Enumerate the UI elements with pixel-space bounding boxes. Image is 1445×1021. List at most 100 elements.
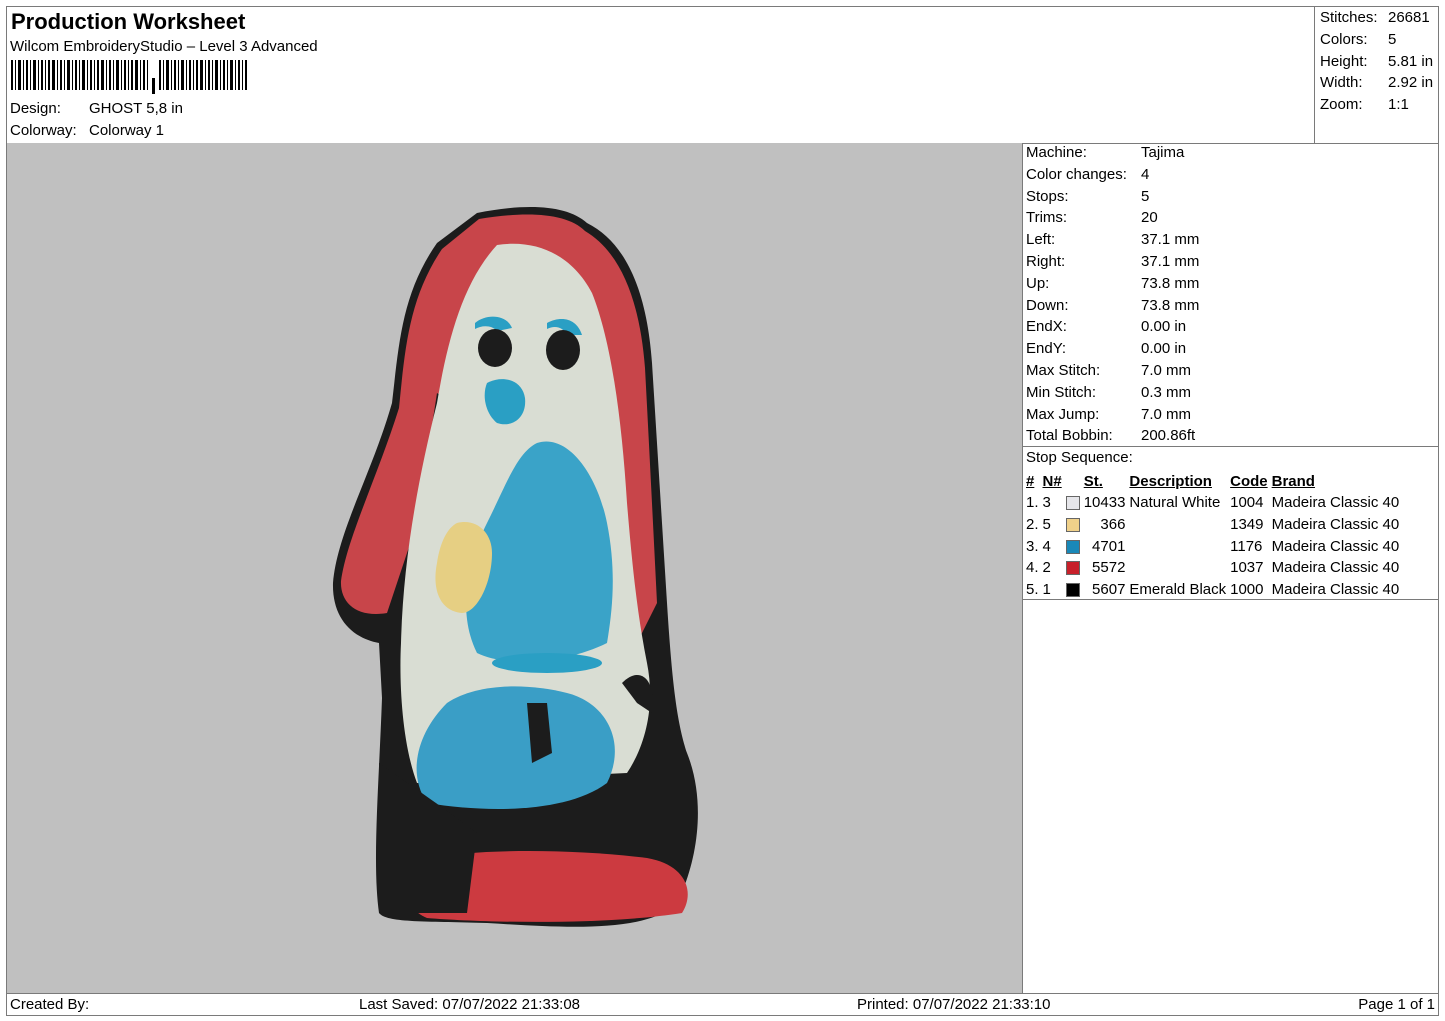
machine-info-label: EndY: [1026, 340, 1067, 358]
color-swatch [1065, 557, 1084, 579]
stop-needle: 3 [1042, 494, 1051, 512]
stop-index: 2. [1026, 516, 1039, 534]
stop-description [1129, 535, 1230, 557]
machine-info-label: Trims: [1026, 209, 1068, 227]
barcode [11, 60, 247, 94]
color-swatch [1065, 579, 1084, 601]
stop-code: 1349 [1230, 516, 1264, 534]
thread-color-swatch [1065, 518, 1080, 533]
colors-value: 5 [1388, 30, 1397, 48]
machine-info-value: 37.1 mm [1141, 231, 1200, 249]
stop-code: 1037 [1230, 559, 1264, 577]
page-number: Page 1 of 1 [1358, 996, 1435, 1013]
stop-needle: 2 [1042, 559, 1051, 577]
design-label: Design: [10, 100, 61, 117]
machine-info-label: Min Stitch: [1026, 383, 1097, 401]
stop-row: 4. 2 5572 1037 Madeira Classic 40 [1026, 557, 1403, 579]
height-value: 5.81 in [1388, 52, 1434, 70]
machine-info-row: Up: 73.8 mm [1026, 275, 1199, 297]
machine-info-row: Trims: 20 [1026, 209, 1199, 231]
col-description: Description [1129, 473, 1212, 490]
machine-info-row: Color changes: 4 [1026, 166, 1199, 188]
colors-label: Colors: [1320, 30, 1368, 48]
stop-description [1129, 557, 1230, 579]
stop-code: 1004 [1230, 494, 1264, 512]
machine-info-label: Right: [1026, 252, 1066, 270]
colors-row: Colors: 5 [1320, 31, 1433, 53]
color-swatch [1065, 492, 1084, 514]
stop-index: 4. [1026, 559, 1039, 577]
height-row: Height: 5.81 in [1320, 53, 1433, 75]
machine-info-row: Max Jump: 7.0 mm [1026, 406, 1199, 428]
machine-info-row: Right: 37.1 mm [1026, 253, 1199, 275]
last-saved: Last Saved: 07/07/2022 21:33:08 [359, 996, 581, 1013]
col-code: Code [1230, 473, 1268, 490]
machine-info-row: Left: 37.1 mm [1026, 231, 1199, 253]
col-index: # [1026, 473, 1035, 490]
stop-sequence-section: Stop Sequence: # N# St. Description Code… [1023, 446, 1438, 600]
software-name: Wilcom EmbroideryStudio – Level 3 Advanc… [10, 38, 318, 55]
machine-info-label: Color changes: [1026, 165, 1127, 183]
stop-stitches: 5572 [1092, 559, 1126, 577]
col-stitches: St. [1083, 473, 1103, 490]
stop-row: 5. 1 5607 Emerald Black 1000 Madeira Classic … [1026, 579, 1403, 601]
stop-brand: Madeira Classic 40 [1271, 494, 1400, 512]
stop-row: 2. 5 366 1349 Madeira Classic 40 [1026, 514, 1403, 536]
machine-info-label: Max Jump: [1026, 405, 1100, 423]
stop-description [1129, 514, 1230, 536]
colorway-value: Colorway 1 [89, 122, 165, 139]
machine-info-value: 20 [1141, 209, 1158, 227]
stop-index: 5. [1026, 581, 1039, 599]
stitches-label: Stitches: [1320, 9, 1378, 26]
width-row: Width: 2.92 in [1320, 74, 1433, 96]
stop-brand: Madeira Classic 40 [1271, 559, 1400, 577]
stop-code: 1176 [1230, 537, 1263, 555]
created-by: Created By: [10, 996, 90, 1013]
height-label: Height: [1320, 52, 1368, 70]
stop-index: 3. [1026, 537, 1039, 555]
machine-info-value: Tajima [1141, 144, 1185, 161]
worksheet-header: Production Worksheet Wilcom EmbroiderySt… [7, 7, 1314, 144]
stop-needle: 4 [1042, 537, 1051, 555]
stop-brand: Madeira Classic 40 [1271, 537, 1400, 555]
stop-brand: Madeira Classic 40 [1271, 581, 1400, 599]
stop-description: Natural White [1129, 494, 1221, 512]
worksheet-footer: Created By: Last Saved: 07/07/2022 21:33… [7, 993, 1438, 1016]
thread-color-swatch [1065, 583, 1080, 598]
width-label: Width: [1320, 74, 1363, 92]
col-swatch [1066, 471, 1084, 492]
stop-brand: Madeira Classic 40 [1271, 516, 1400, 534]
machine-info-label: Up: [1026, 274, 1050, 292]
zoom-value: 1:1 [1388, 96, 1409, 114]
machine-info-label: EndX: [1026, 318, 1067, 336]
machine-info-value: 7.0 mm [1141, 361, 1192, 379]
stitches-row: Stitches: 26681 [1320, 9, 1433, 31]
stop-description: Emerald Black [1129, 581, 1227, 599]
machine-info-label: Machine: [1026, 144, 1087, 161]
design-value: GHOST 5,8 in [89, 100, 183, 117]
machine-info-label: Down: [1026, 296, 1069, 314]
machine-info-row: EndY: 0.00 in [1026, 340, 1199, 362]
stitches-value: 26681 [1388, 9, 1430, 26]
col-brand: Brand [1271, 473, 1315, 490]
thread-color-swatch [1065, 539, 1080, 554]
machine-info-value: 7.0 mm [1141, 405, 1192, 423]
width-value: 2.92 in [1388, 74, 1434, 92]
stop-needle: 1 [1042, 581, 1051, 599]
machine-info-panel: Machine: Tajima Color changes: 4 Stops: 5 Trim… [1023, 143, 1438, 993]
zoom-label: Zoom: [1320, 96, 1363, 114]
machine-info-value: 73.8 mm [1141, 274, 1200, 292]
stop-sequence-table: # N# St. Description Code Brand 1. 3 10433… [1026, 471, 1403, 600]
stop-index: 1. [1026, 494, 1039, 512]
machine-info-label: Stops: [1026, 187, 1069, 205]
machine-info-value: 0.00 in [1141, 318, 1187, 336]
zoom-row: Zoom: 1:1 [1320, 96, 1433, 118]
summary-panel: Stitches: 26681 Colors: 5 Height: 5.81 in W… [1314, 7, 1439, 144]
machine-info-row: Min Stitch: 0.3 mm [1026, 384, 1199, 406]
machine-info-row: Stops: 5 [1026, 188, 1199, 210]
machine-info-value: 0.3 mm [1141, 383, 1192, 401]
stop-code: 1000 [1230, 581, 1264, 599]
machine-info-value: 0.00 in [1141, 340, 1187, 358]
machine-info-label: Left: [1026, 231, 1056, 249]
thread-color-swatch [1065, 496, 1080, 511]
